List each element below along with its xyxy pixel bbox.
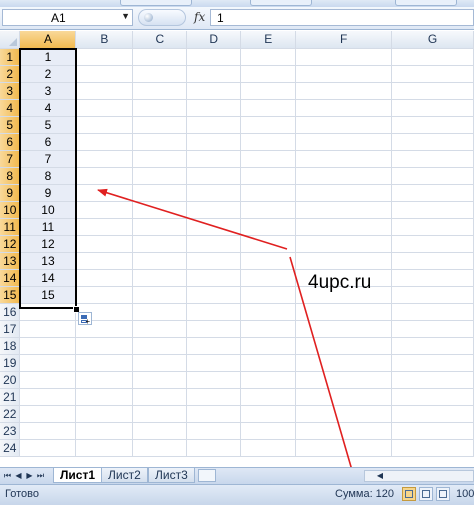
normal-view-icon[interactable]: [402, 487, 416, 501]
annotation-arrow-to-column: [97, 188, 288, 250]
annotation-site-label: 4upc.ru: [308, 272, 372, 293]
first-sheet-icon[interactable]: ⏮: [3, 470, 12, 481]
last-sheet-icon[interactable]: ⏭: [36, 470, 45, 481]
annotation-arrows: [97, 188, 358, 485]
sheet-tab-3[interactable]: Лист3: [148, 468, 195, 483]
status-sum[interactable]: Сумма: 120: [335, 488, 394, 500]
page-layout-view-icon[interactable]: [419, 487, 433, 501]
next-sheet-icon[interactable]: ▶: [25, 470, 34, 481]
sheet-tab-2[interactable]: Лист2: [101, 468, 148, 483]
zoom-level[interactable]: 100: [456, 488, 474, 500]
prev-sheet-icon[interactable]: ◀: [14, 470, 23, 481]
horizontal-scrollbar[interactable]: ◀: [364, 470, 474, 482]
page-break-view-icon[interactable]: [436, 487, 450, 501]
sheet-tabs-bar: ⏮ ◀ ▶ ⏭ Лист1 Лист2 Лист3 ◀: [0, 467, 474, 484]
status-ready: Готово: [5, 488, 39, 500]
status-bar: Готово Сумма: 120 100: [0, 484, 474, 505]
insert-sheet-icon[interactable]: [198, 469, 216, 482]
scroll-left-icon[interactable]: ◀: [375, 471, 385, 481]
sheet-tab-1[interactable]: Лист1: [53, 468, 103, 483]
